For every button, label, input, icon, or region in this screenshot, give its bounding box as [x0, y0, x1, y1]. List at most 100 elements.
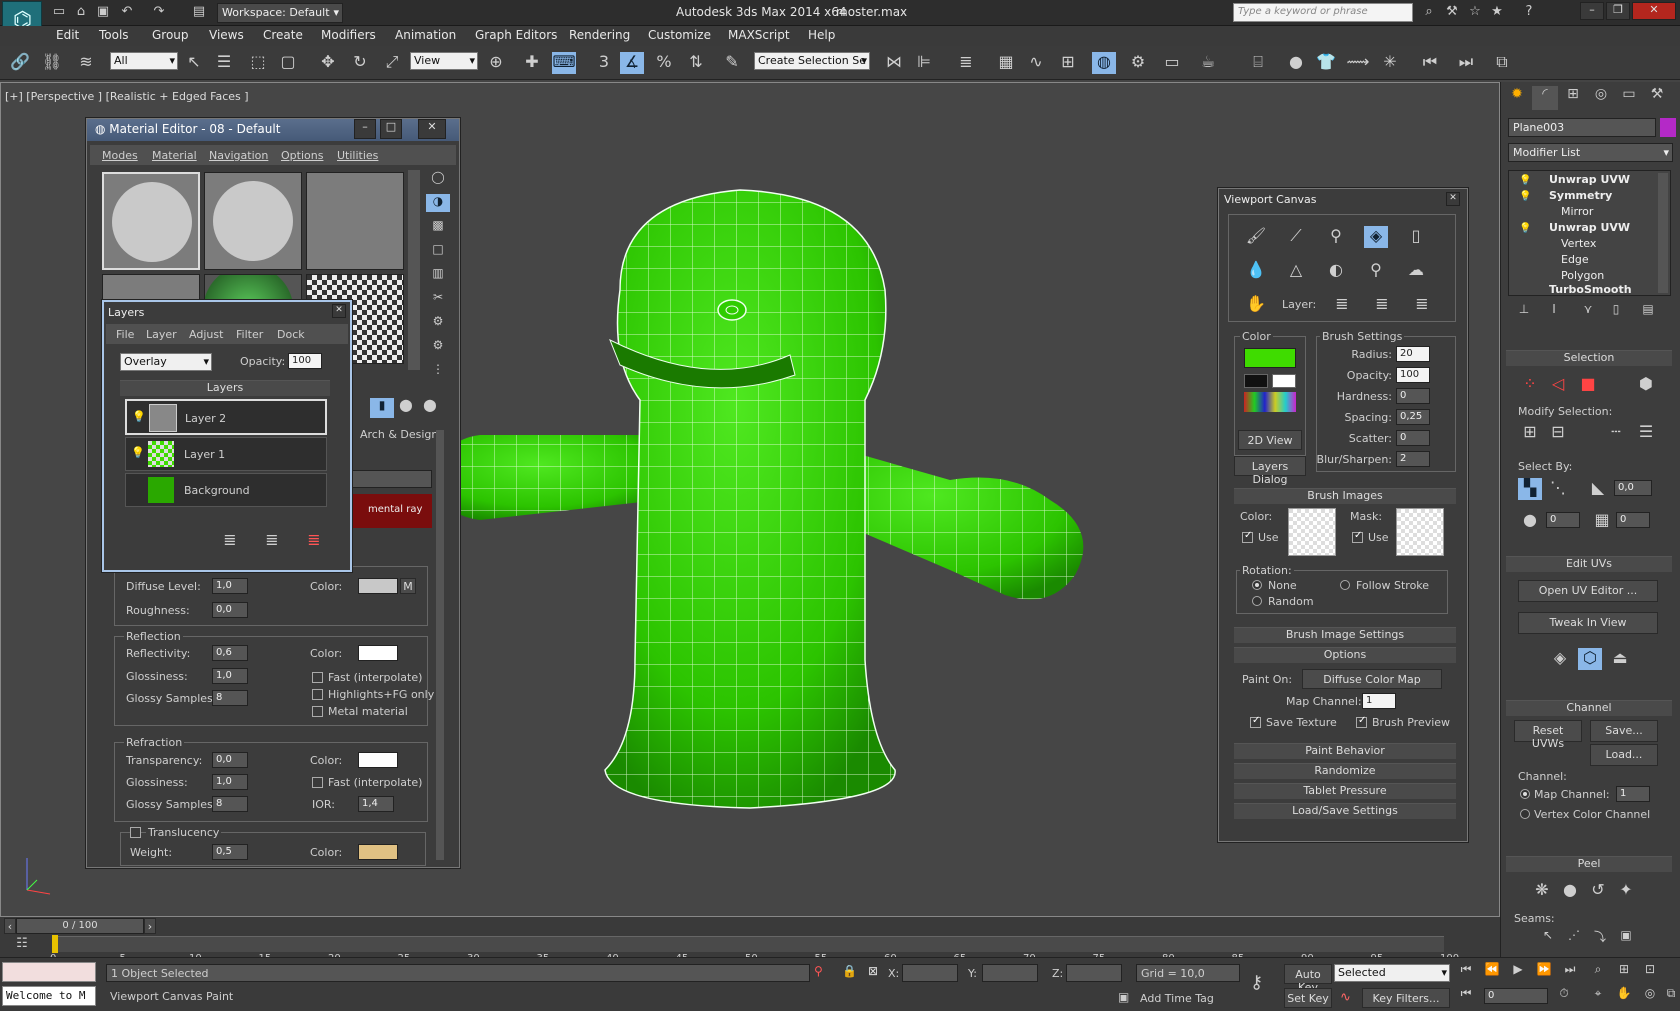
show-end-result-icon[interactable]: Ⅰ: [1542, 302, 1566, 324]
layer-row-layer2[interactable]: 💡 Layer 2: [125, 399, 327, 435]
dock-icon[interactable]: ⧉: [1490, 52, 1514, 74]
flatten-layers-icon[interactable]: ≣: [1410, 294, 1434, 316]
y-coord-field[interactable]: [982, 964, 1038, 982]
remove-modifier-icon[interactable]: ▯: [1604, 302, 1628, 324]
foreground-color-swatch[interactable]: [1244, 348, 1296, 368]
layers-menu-layer[interactable]: Layer: [146, 328, 177, 341]
sample-uv-icon[interactable]: □: [426, 242, 450, 260]
transl-color-swatch[interactable]: [358, 844, 398, 860]
help-icon[interactable]: ?: [1520, 4, 1538, 21]
menu-graph-editors[interactable]: Graph Editors: [475, 28, 557, 42]
me-menu-material[interactable]: Material: [152, 149, 197, 162]
metal-material-checkbox[interactable]: [312, 706, 323, 717]
cp-map-channel-spinner[interactable]: 1: [1616, 786, 1650, 802]
material-editor-titlebar[interactable]: ◍ Material Editor - 08 - Default: [87, 119, 459, 141]
object-color-swatch[interactable]: [1660, 118, 1676, 137]
edit-named-selection-icon[interactable]: ✎: [720, 52, 744, 74]
map-channel-radio[interactable]: [1520, 789, 1530, 799]
rotate-icon[interactable]: ↻: [348, 52, 372, 74]
utilities-tab-icon[interactable]: ⚒: [1644, 86, 1670, 110]
time-configuration-icon[interactable]: ⏱: [1552, 986, 1576, 1006]
pelt-map-icon[interactable]: ●: [1558, 880, 1582, 902]
key-mode-dropdown[interactable]: Selected: [1334, 964, 1450, 982]
material-slot-2[interactable]: [204, 172, 302, 270]
save-texture-checkbox[interactable]: [1250, 715, 1261, 728]
stack-item-edge[interactable]: Edge: [1561, 253, 1589, 269]
opacity-spinner[interactable]: 100: [288, 353, 322, 369]
brush-color-use-checkbox[interactable]: [1242, 530, 1253, 543]
background-icon[interactable]: ▩: [426, 218, 450, 236]
refr-glossiness-spinner[interactable]: 1,0: [212, 774, 248, 790]
pin-stack-icon[interactable]: ⊥: [1512, 302, 1536, 324]
go-to-parent-icon[interactable]: ⬤: [418, 398, 442, 418]
keyboard-shortcut-override-icon[interactable]: ⌨: [552, 52, 576, 74]
options-header[interactable]: Options: [1234, 647, 1456, 663]
paint-behavior-header[interactable]: Paint Behavior: [1234, 743, 1456, 759]
transform-mode-icon[interactable]: ⊠: [868, 964, 878, 978]
quick-map-icon[interactable]: ⬡: [1578, 648, 1602, 670]
edge-select-icon[interactable]: ◁: [1546, 374, 1570, 396]
layers-close-button[interactable]: ✕: [332, 304, 346, 318]
weight-spinner[interactable]: 0,5: [212, 844, 248, 860]
lock-selection-icon[interactable]: 🔒: [842, 964, 857, 978]
mirror-icon[interactable]: ⋈: [882, 52, 906, 74]
align-icon[interactable]: ⊫: [912, 52, 936, 74]
go-to-end-icon[interactable]: ⏭: [1558, 962, 1582, 982]
show-end-result-icon[interactable]: ⬤: [394, 398, 418, 418]
menu-create[interactable]: Create: [263, 28, 303, 42]
schematic-view-icon[interactable]: ⊞: [1056, 52, 1080, 74]
selection-filter-dropdown[interactable]: All: [110, 52, 178, 70]
current-frame-marker[interactable]: [52, 935, 58, 953]
translucency-checkbox[interactable]: [130, 827, 141, 838]
me-menu-options[interactable]: Options: [281, 149, 323, 162]
angle-snap-icon[interactable]: ∡: [620, 52, 644, 74]
menu-modifiers[interactable]: Modifiers: [321, 28, 376, 42]
zoom-all-icon[interactable]: ⊞: [1612, 962, 1636, 982]
delete-layer-icon[interactable]: ≣: [302, 530, 326, 552]
key-curve-icon[interactable]: ∿: [1340, 990, 1351, 1005]
ior-spinner[interactable]: 1,4: [358, 796, 394, 812]
layers-menu-file[interactable]: File: [116, 328, 134, 341]
brush-opacity-spinner[interactable]: 100: [1396, 367, 1430, 383]
gradient-icon[interactable]: ▯: [1404, 226, 1428, 248]
menu-rendering[interactable]: Rendering: [569, 28, 630, 42]
orbit-icon[interactable]: ◎: [1638, 986, 1662, 1006]
menu-tools[interactable]: Tools: [99, 28, 129, 42]
save-file-icon[interactable]: ▣: [94, 4, 112, 21]
layers-rollout-header[interactable]: Layers: [120, 380, 330, 396]
me-params-scrollbar[interactable]: [436, 430, 444, 860]
configure-modifier-sets-icon[interactable]: ▤: [1636, 302, 1660, 324]
dodge-burn-icon[interactable]: ⚲: [1364, 260, 1388, 282]
bind-space-warp-icon[interactable]: ≋: [74, 52, 98, 74]
me-minimize-button[interactable]: –: [354, 119, 376, 139]
pan-view-icon[interactable]: ✋: [1612, 986, 1636, 1006]
peel-rollout-header[interactable]: Peel: [1506, 856, 1672, 872]
hierarchy-tab-icon[interactable]: ⊞: [1560, 86, 1586, 110]
spinner-snap-icon[interactable]: ⇅: [684, 52, 708, 74]
x-coord-field[interactable]: [902, 964, 958, 982]
load-save-settings-header[interactable]: Load/Save Settings: [1234, 803, 1456, 819]
polygon-select-icon[interactable]: ■: [1576, 374, 1600, 396]
me-menu-modes[interactable]: Modes: [102, 149, 138, 162]
refr-color-swatch[interactable]: [358, 752, 398, 768]
merge-layers-icon[interactable]: ≣: [218, 530, 242, 552]
blur-icon[interactable]: 💧: [1244, 260, 1268, 282]
open-explorer-icon[interactable]: ⌸: [1246, 52, 1270, 74]
brush-images-header[interactable]: Brush Images: [1234, 488, 1456, 504]
save-uvws-button[interactable]: Save...: [1590, 720, 1658, 742]
select-by-planar-icon[interactable]: ⋱: [1546, 478, 1570, 500]
set-key-button[interactable]: Set Key: [1284, 988, 1332, 1008]
material-slot-1[interactable]: [102, 172, 200, 270]
contrast-icon[interactable]: ◐: [1324, 260, 1348, 282]
layers-menu-dock[interactable]: Dock: [277, 328, 305, 341]
material-editor-icon[interactable]: ◍: [1092, 52, 1116, 74]
add-layer-icon[interactable]: ≣: [260, 530, 284, 552]
ring-icon[interactable]: ☰: [1634, 422, 1658, 444]
move-icon[interactable]: ✥: [316, 52, 340, 74]
2d-view-button[interactable]: 2D View: [1238, 430, 1302, 450]
edit-seams-icon[interactable]: ↖: [1536, 928, 1560, 950]
motion-tab-icon[interactable]: ◎: [1588, 86, 1614, 110]
load-uvws-button[interactable]: Load...: [1590, 744, 1658, 766]
display-tab-icon[interactable]: ▭: [1616, 86, 1642, 110]
me-close-button[interactable]: ✕: [418, 119, 446, 139]
